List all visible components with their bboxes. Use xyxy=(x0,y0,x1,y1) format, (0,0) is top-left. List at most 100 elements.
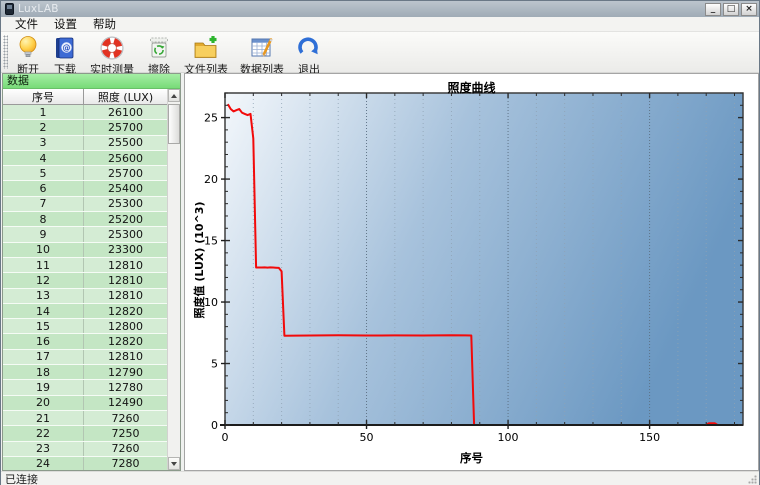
exit-button[interactable]: 退出 xyxy=(291,34,327,78)
table-row[interactable]: 925300 xyxy=(3,227,167,242)
realtime-measure-button[interactable]: 实时测量 xyxy=(85,34,139,78)
chart-y-axis-label: 照度值 (LUX) (10^3) xyxy=(191,180,205,340)
svg-text:100: 100 xyxy=(498,431,519,444)
table-row[interactable]: 1212810 xyxy=(3,273,167,288)
table-row[interactable]: 227250 xyxy=(3,426,167,441)
chart-title: 照度曲线 xyxy=(185,79,758,96)
table-row[interactable]: 217260 xyxy=(3,411,167,426)
lightbulb-icon xyxy=(16,35,40,61)
data-panel-title: 数据 xyxy=(3,74,180,89)
cell-index: 22 xyxy=(3,426,84,440)
table-row[interactable]: 1612820 xyxy=(3,334,167,349)
app-icon xyxy=(5,3,14,15)
svg-text:0: 0 xyxy=(222,431,229,444)
cell-index: 4 xyxy=(3,151,84,165)
cell-lux: 7260 xyxy=(84,411,167,425)
cell-index: 1 xyxy=(3,105,84,119)
app-window: LuxLAB _ □ × 文件 设置 帮助 断 xyxy=(0,0,760,485)
menu-help[interactable]: 帮助 xyxy=(85,16,124,32)
table-row[interactable]: 525700 xyxy=(3,166,167,181)
address-book-icon: @ xyxy=(52,35,78,61)
cell-index: 14 xyxy=(3,304,84,318)
cell-index: 7 xyxy=(3,197,84,211)
cell-index: 9 xyxy=(3,227,84,241)
cell-lux: 26100 xyxy=(84,105,167,119)
minimize-button[interactable]: _ xyxy=(705,3,721,16)
table-row[interactable]: 1512800 xyxy=(3,319,167,334)
erase-button[interactable]: 擦除 xyxy=(141,34,177,78)
svg-text:25: 25 xyxy=(204,112,218,125)
cell-index: 12 xyxy=(3,273,84,287)
cell-lux: 12810 xyxy=(84,258,167,272)
status-bar: 已连接 xyxy=(1,471,759,485)
cell-lux: 12800 xyxy=(84,319,167,333)
exit-curved-arrow-icon xyxy=(296,35,322,61)
illuminance-chart: 0501001500510152025 xyxy=(185,74,758,470)
table-row[interactable]: 1412820 xyxy=(3,304,167,319)
cell-index: 19 xyxy=(3,380,84,394)
table-row[interactable]: 625400 xyxy=(3,181,167,196)
cell-lux: 25500 xyxy=(84,136,167,150)
table-row[interactable]: 725300 xyxy=(3,197,167,212)
table-row[interactable]: 425600 xyxy=(3,151,167,166)
menu-settings[interactable]: 设置 xyxy=(46,16,85,32)
table-row[interactable]: 1712810 xyxy=(3,350,167,365)
cell-index: 18 xyxy=(3,365,84,379)
table-row[interactable]: 825200 xyxy=(3,212,167,227)
window-title: LuxLAB xyxy=(18,3,59,15)
cell-lux: 25700 xyxy=(84,120,167,134)
scrollbar-thumb[interactable] xyxy=(168,104,180,144)
table-row[interactable]: 325500 xyxy=(3,136,167,151)
table-row[interactable]: 1912780 xyxy=(3,380,167,395)
close-button[interactable]: × xyxy=(741,3,757,16)
menu-file[interactable]: 文件 xyxy=(7,16,46,32)
data-list-button[interactable]: 数据列表 xyxy=(235,34,289,78)
svg-text:5: 5 xyxy=(211,358,218,371)
cell-lux: 25300 xyxy=(84,227,167,241)
cell-index: 13 xyxy=(3,289,84,303)
scroll-up-button[interactable] xyxy=(168,89,180,102)
cell-index: 16 xyxy=(3,334,84,348)
download-button[interactable]: @ 下载 xyxy=(47,34,83,78)
table-row[interactable]: 225700 xyxy=(3,120,167,135)
table-row[interactable]: 1312810 xyxy=(3,289,167,304)
table-row[interactable]: 1112810 xyxy=(3,258,167,273)
disconnect-button[interactable]: 断开 xyxy=(11,34,45,78)
cell-lux: 25600 xyxy=(84,151,167,165)
cell-lux: 25200 xyxy=(84,212,167,226)
title-bar[interactable]: LuxLAB _ □ × xyxy=(1,1,759,17)
svg-text:20: 20 xyxy=(204,173,218,186)
cell-lux: 12790 xyxy=(84,365,167,379)
maximize-button[interactable]: □ xyxy=(723,3,739,16)
cell-lux: 25300 xyxy=(84,197,167,211)
table-row[interactable]: 1812790 xyxy=(3,365,167,380)
cell-lux: 12820 xyxy=(84,304,167,318)
svg-text:150: 150 xyxy=(639,431,660,444)
cell-lux: 12810 xyxy=(84,289,167,303)
column-header-lux[interactable]: 照度 (LUX) xyxy=(84,89,167,104)
cell-lux: 12490 xyxy=(84,396,167,410)
table-row[interactable]: 2012490 xyxy=(3,396,167,411)
table-row[interactable]: 126100 xyxy=(3,105,167,120)
cell-index: 11 xyxy=(3,258,84,272)
table-row[interactable]: 237260 xyxy=(3,442,167,457)
cell-lux: 23300 xyxy=(84,243,167,257)
table-row[interactable]: 247280 xyxy=(3,457,167,470)
scroll-down-button[interactable] xyxy=(168,457,180,470)
cell-index: 10 xyxy=(3,243,84,257)
cell-lux: 12810 xyxy=(84,350,167,364)
cell-lux: 7260 xyxy=(84,442,167,456)
folder-plus-icon xyxy=(193,35,219,61)
column-header-index[interactable]: 序号 xyxy=(3,89,84,104)
cell-index: 8 xyxy=(3,212,84,226)
cell-lux: 12820 xyxy=(84,334,167,348)
svg-text:0: 0 xyxy=(211,419,218,432)
table-row[interactable]: 1023300 xyxy=(3,243,167,258)
table-body: 1261002257003255004256005257006254007253… xyxy=(3,105,167,470)
toolbar-gripper[interactable] xyxy=(3,35,8,69)
file-list-button[interactable]: 文件列表 xyxy=(179,34,233,78)
table-header: 序号 照度 (LUX) xyxy=(3,89,167,105)
toolbar: 断开 @ 下载 xyxy=(1,32,759,73)
table-scrollbar[interactable] xyxy=(167,89,180,470)
resize-grip[interactable] xyxy=(748,475,757,484)
